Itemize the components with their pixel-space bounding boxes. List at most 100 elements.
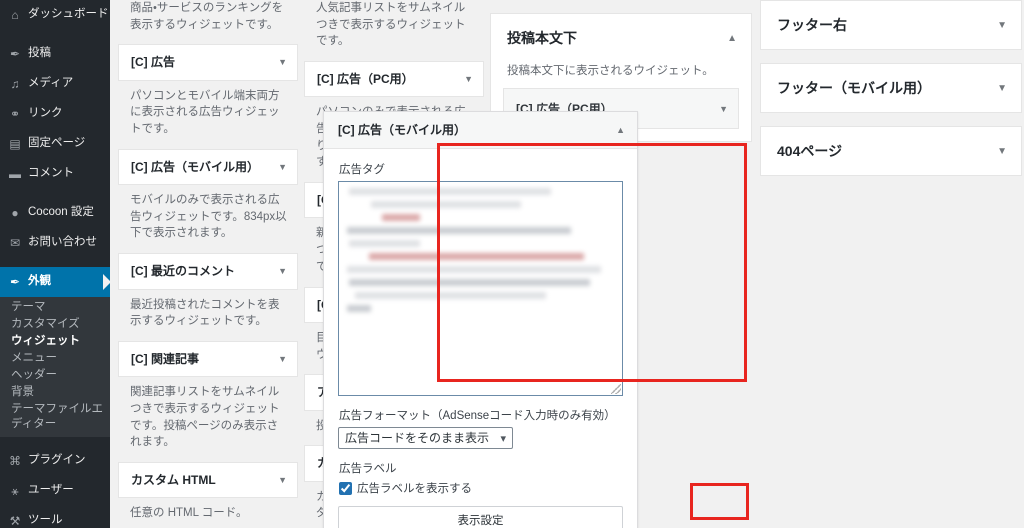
admin-menu-bottom-group: ⌘プラグイン⚹ユーザー⚒ツール⚙設定◔BackWPup◀メニューを閉じる bbox=[0, 437, 110, 528]
sidebar-item-comment[interactable]: ▬ コメント bbox=[0, 159, 110, 189]
adtag-textarea[interactable] bbox=[338, 181, 623, 397]
user-icon: ⚹ bbox=[11, 484, 19, 498]
sidebar-item-page[interactable]: ▤ 固定ページ bbox=[0, 129, 110, 159]
plugin-icon: ⌘ bbox=[9, 454, 21, 468]
open-widget-panel-header[interactable]: [C] 広告（モバイル用） ▲ bbox=[324, 112, 637, 150]
sidebar-item-label: 外観 bbox=[28, 275, 51, 288]
sidebar-item-label: コメント bbox=[28, 167, 74, 180]
appearance-submenu-item[interactable]: ウィジェット bbox=[0, 333, 110, 350]
sidebar-item-label: メディア bbox=[28, 77, 74, 90]
available-widget-title: [C] 広告（モバイル用） bbox=[131, 159, 259, 174]
widget-description: 人気記事リストをサムネイルつきで表示するウィジェットです。 bbox=[316, 2, 466, 48]
appearance-icon: ✒ bbox=[9, 275, 21, 289]
textarea-resize-handle[interactable] bbox=[611, 384, 621, 395]
widget-description: パソコンとモバイル端末両方に表示される広告ウィジェットです。 bbox=[130, 89, 280, 136]
menu-separator bbox=[0, 189, 110, 198]
appearance-submenu-item[interactable]: テーマ bbox=[0, 299, 110, 316]
chevron-down-icon[interactable]: ▼ bbox=[272, 475, 287, 486]
chevron-down-icon[interactable]: ▼ bbox=[272, 354, 287, 365]
dashboard-icon: ⌂ bbox=[11, 8, 19, 22]
adtag-field-label: 広告タグ bbox=[339, 164, 385, 177]
sidebar-item-appearance[interactable]: ✒ 外観 bbox=[0, 267, 110, 297]
available-widget-title: カスタム HTML bbox=[131, 472, 216, 487]
available-widget[interactable]: [C] 最近のコメント ▼ bbox=[118, 253, 298, 290]
mail-icon: ✉ bbox=[9, 236, 21, 250]
available-widget-title: [C] 関連記事 bbox=[131, 351, 199, 366]
sidebar-item-pin[interactable]: ✒ 投稿 bbox=[0, 39, 110, 69]
chevron-down-icon[interactable]: ▼ bbox=[713, 104, 728, 114]
widget-area-box: 404ページ ▼ bbox=[760, 126, 1022, 176]
chevron-up-icon[interactable]: ▲ bbox=[610, 125, 625, 136]
widget-description: 関連記事リストをサムネイルつきで表示するウィジェットです。投稿ページのみ表示され… bbox=[130, 386, 280, 449]
appearance-submenu-item[interactable]: テーマファイルエディター bbox=[0, 401, 110, 433]
available-widget[interactable]: カスタム HTML ▼ bbox=[118, 461, 298, 499]
appearance-submenu: テーマ カスタマイズ ウィジェット メニュー ヘッダー 背景 テーマファイルエディター bbox=[0, 297, 110, 437]
menu-separator bbox=[0, 258, 110, 267]
menu-separator bbox=[0, 437, 110, 446]
widget-area-title: フッター右 bbox=[777, 17, 847, 33]
media-icon: ♫ bbox=[10, 77, 20, 91]
sidebar-item-label: ユーザー bbox=[28, 484, 74, 497]
appearance-submenu-item[interactable]: カスタマイズ bbox=[0, 316, 110, 333]
link-icon: ⚭ bbox=[9, 107, 21, 121]
chevron-down-icon[interactable]: ▼ bbox=[272, 162, 287, 173]
sidebar-item-label: 投稿 bbox=[28, 47, 51, 60]
appearance-submenu-item[interactable]: 背景 bbox=[0, 384, 110, 401]
display-settings-button[interactable]: 表示設定 bbox=[338, 506, 623, 528]
chevron-down-icon[interactable]: ▼ bbox=[991, 146, 1007, 157]
chevron-down-icon[interactable]: ▼ bbox=[458, 74, 473, 85]
chevron-down-icon[interactable]: ▼ bbox=[991, 83, 1007, 94]
sidebar-item-cocoon[interactable]: ● Cocoon 設定 bbox=[0, 198, 110, 228]
sidebar-item-label: お問い合わせ bbox=[28, 236, 97, 249]
widget-area-header[interactable]: フッター（モバイル用） ▼ bbox=[761, 64, 1021, 112]
admin-sidebar-menu: ⌂ ダッシュボード ✒ 投稿 ♫ メディア ⚭ リンク ▤ 固定ページ ▬ コメント ● Cocoon 設… bbox=[0, 0, 110, 528]
open-widget-panel-title: [C] 広告（モバイル用） bbox=[338, 123, 466, 137]
comment-icon: ▬ bbox=[9, 167, 21, 181]
appearance-submenu-item[interactable]: メニュー bbox=[0, 350, 110, 367]
chevron-down-icon[interactable]: ▼ bbox=[272, 57, 287, 68]
widget-area-header[interactable]: 404ページ ▼ bbox=[761, 127, 1021, 175]
sidebar-item-link[interactable]: ⚭ リンク bbox=[0, 99, 110, 129]
widget-area-box: フッター右 ▼ bbox=[760, 0, 1022, 50]
available-widget[interactable]: [C] 関連記事 ▼ bbox=[118, 340, 298, 378]
widget-area-post-body-bottom-description: 投稿本文下に表示されるウイジェット。 bbox=[507, 65, 714, 77]
tools-icon: ⚒ bbox=[9, 514, 21, 528]
sidebar-item-label: ツール bbox=[28, 514, 63, 527]
available-widget[interactable]: [C] 広告（PC用） ▼ bbox=[304, 61, 484, 98]
available-widget[interactable]: [C] 広告 ▼ bbox=[118, 44, 298, 81]
sidebar-item-dashboard[interactable]: ⌂ ダッシュボード bbox=[0, 0, 110, 30]
ad-label-section-label: 広告ラベル bbox=[339, 463, 397, 476]
sidebar-item-plugin[interactable]: ⌘ プラグイン bbox=[0, 446, 110, 476]
sidebar-item-label: リンク bbox=[28, 107, 63, 120]
available-widgets-column-1: 商品・サービスのランキングを表示するウィジェットです。 [C] 広告 ▼ パソコンとモ… bbox=[118, 0, 298, 528]
sidebar-item-user[interactable]: ⚹ ユーザー bbox=[0, 476, 110, 506]
widget-area-post-body-bottom-title: 投稿本文下 bbox=[507, 30, 577, 46]
ad-format-select-wrapper: 広告コードをそのまま表示 bbox=[338, 427, 513, 450]
available-widget-title: [C] 広告 bbox=[131, 55, 175, 70]
chevron-down-icon[interactable]: ▼ bbox=[272, 266, 287, 277]
widget-area-header[interactable]: フッター右 ▼ bbox=[761, 1, 1021, 49]
available-widget-title: [C] 広告（PC用） bbox=[317, 72, 414, 87]
chevron-up-icon[interactable]: ▲ bbox=[721, 33, 737, 44]
chevron-down-icon[interactable]: ▼ bbox=[991, 20, 1007, 31]
available-widget-title: [C] 最近のコメント bbox=[131, 264, 235, 279]
widget-description: 商品・サービスのランキングを表示するウィジェットです。 bbox=[130, 2, 284, 31]
ad-label-checkbox[interactable] bbox=[339, 481, 352, 495]
widgets-admin-screen: ⌂ ダッシュボード ✒ 投稿 ♫ メディア ⚭ リンク ▤ 固定ページ ▬ コメント ● Cocoon 設… bbox=[0, 0, 1024, 528]
widget-area-title: 404ページ bbox=[777, 143, 843, 159]
ad-label-checkbox-label[interactable]: 広告ラベルを表示する bbox=[357, 480, 472, 496]
sidebar-item-media[interactable]: ♫ メディア bbox=[0, 69, 110, 99]
admin-menu-top-group: ⌂ ダッシュボード ✒ 投稿 ♫ メディア ⚭ リンク ▤ 固定ページ ▬ コメント ● Cocoon 設… bbox=[0, 0, 110, 297]
sidebar-item-mail[interactable]: ✉ お問い合わせ bbox=[0, 228, 110, 258]
sidebar-item-label: プラグイン bbox=[28, 454, 86, 467]
sidebar-item-tools[interactable]: ⚒ ツール bbox=[0, 506, 110, 528]
ad-format-label: 広告フォーマット（AdSenseコード入力時のみ有効） bbox=[339, 410, 616, 423]
pin-icon: ✒ bbox=[9, 47, 21, 61]
widget-area-post-body-bottom-header[interactable]: 投稿本文下 ▲ bbox=[491, 14, 751, 62]
available-widget[interactable]: [C] 広告（モバイル用） ▼ bbox=[118, 148, 298, 186]
appearance-submenu-item[interactable]: ヘッダー bbox=[0, 367, 110, 384]
widget-description: モバイルのみで表示される広告ウィジェットです。834px以下で表示されます。 bbox=[130, 194, 287, 240]
sidebar-item-label: 固定ページ bbox=[28, 137, 86, 150]
ad-format-select[interactable]: 広告コードをそのまま表示 bbox=[338, 427, 513, 450]
cocoon-icon: ● bbox=[11, 206, 19, 220]
